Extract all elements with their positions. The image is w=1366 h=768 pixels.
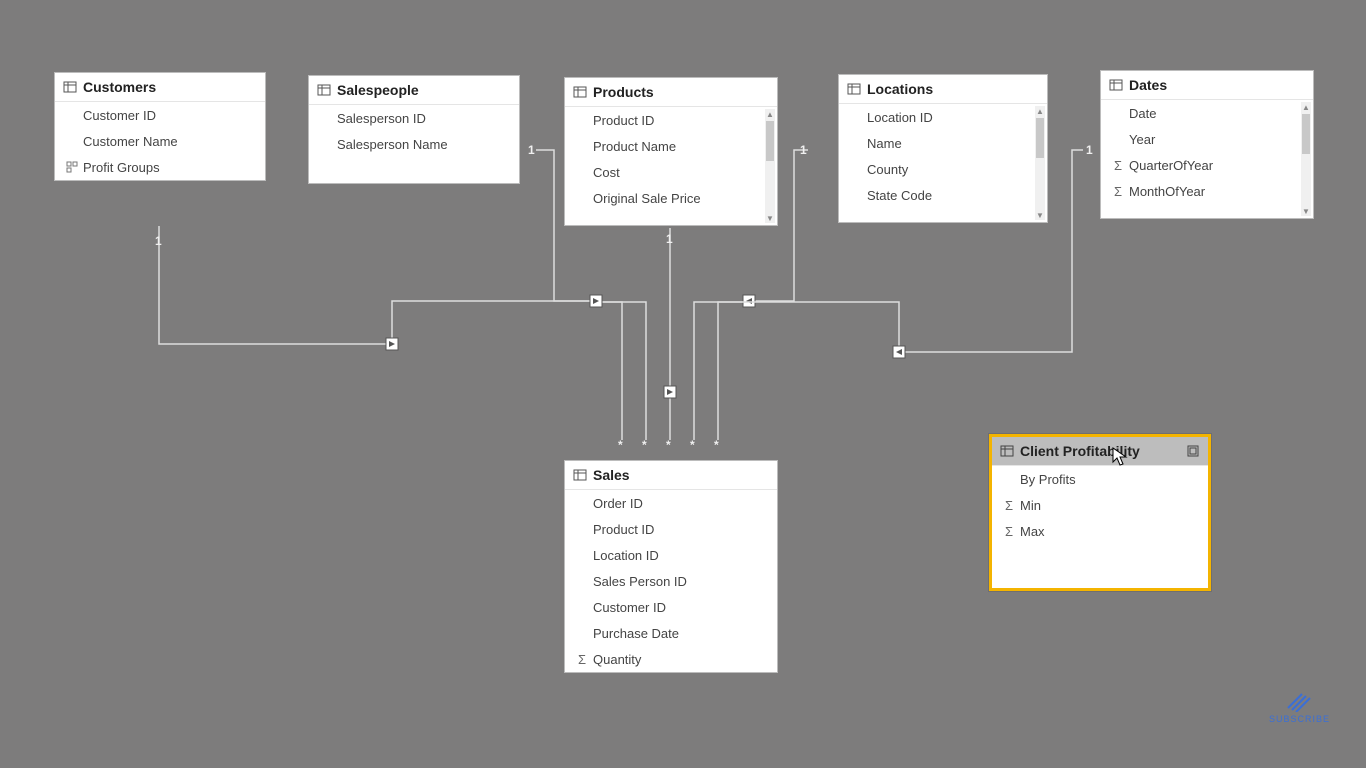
cardinality-many: * <box>666 438 671 452</box>
field-product-id[interactable]: Product ID <box>565 516 777 542</box>
table-header[interactable]: Salespeople <box>309 76 519 105</box>
field-cost[interactable]: Cost <box>565 159 777 185</box>
sigma-icon: Σ <box>1111 184 1125 198</box>
scrollbar[interactable]: ▲ ▼ <box>765 109 775 223</box>
table-icon <box>573 468 587 482</box>
field-product-id[interactable]: Product ID <box>565 107 777 133</box>
table-header[interactable]: Dates <box>1101 71 1313 100</box>
subscribe-watermark: SUBSCRIBE <box>1269 690 1330 724</box>
table-title: Locations <box>867 81 933 97</box>
field-date[interactable]: Date <box>1101 100 1313 126</box>
field-original-sale-price[interactable]: Original Sale Price <box>565 185 777 211</box>
scrollbar-thumb[interactable] <box>1036 118 1044 158</box>
field-month-of-year[interactable]: Σ MonthOfYear <box>1101 178 1313 204</box>
table-salespeople[interactable]: Salespeople Salesperson ID Salesperson N… <box>308 75 520 184</box>
field-list: Location ID Name County State Code ▲ ▼ <box>839 104 1047 222</box>
field-quarter-of-year[interactable]: Σ QuarterOfYear <box>1101 152 1313 178</box>
sigma-icon: Σ <box>1111 158 1125 172</box>
table-icon <box>1000 444 1014 458</box>
table-client-profitability[interactable]: Client Profitability By Profits Σ Min Σ … <box>989 434 1211 591</box>
field-product-name[interactable]: Product Name <box>565 133 777 159</box>
field-list: Salesperson ID Salesperson Name <box>309 105 519 183</box>
table-title: Sales <box>593 467 630 483</box>
table-header[interactable]: Products <box>565 78 777 107</box>
subscribe-label: SUBSCRIBE <box>1269 714 1330 724</box>
scrollbar[interactable]: ▲ ▼ <box>1035 106 1045 220</box>
cardinality-one: 1 <box>666 232 673 246</box>
table-icon <box>1109 78 1123 92</box>
field-quantity[interactable]: Σ Quantity <box>565 646 777 672</box>
table-icon <box>317 83 331 97</box>
cardinality-many: * <box>618 438 623 452</box>
subscribe-icon <box>1284 690 1314 712</box>
scroll-up-icon[interactable]: ▲ <box>765 109 775 119</box>
cardinality-one: 1 <box>528 143 535 157</box>
scroll-down-icon[interactable]: ▼ <box>1035 210 1045 220</box>
scroll-up-icon[interactable]: ▲ <box>1301 102 1311 112</box>
table-header[interactable]: Locations <box>839 75 1047 104</box>
field-list: Customer ID Customer Name Profit Groups <box>55 102 265 180</box>
table-title: Dates <box>1129 77 1167 93</box>
cardinality-many: * <box>642 438 647 452</box>
cardinality-one: 1 <box>155 234 162 248</box>
table-header[interactable]: Client Profitability <box>992 437 1208 466</box>
field-order-id[interactable]: Order ID <box>565 490 777 516</box>
field-customer-id[interactable]: Customer ID <box>565 594 777 620</box>
table-locations[interactable]: Locations Location ID Name County State … <box>838 74 1048 223</box>
cardinality-one: 1 <box>800 143 807 157</box>
field-min[interactable]: Σ Min <box>992 492 1208 518</box>
table-customers[interactable]: Customers Customer ID Customer Name Prof… <box>54 72 266 181</box>
field-profit-groups[interactable]: Profit Groups <box>55 154 265 180</box>
table-header[interactable]: Sales <box>565 461 777 490</box>
table-dates[interactable]: Dates Date Year Σ QuarterOfYear Σ MonthO… <box>1100 70 1314 219</box>
field-max[interactable]: Σ Max <box>992 518 1208 544</box>
field-year[interactable]: Year <box>1101 126 1313 152</box>
sigma-icon: Σ <box>1002 524 1016 538</box>
cardinality-one: 1 <box>1086 143 1093 157</box>
field-location-id[interactable]: Location ID <box>565 542 777 568</box>
table-icon <box>573 85 587 99</box>
scrollbar-thumb[interactable] <box>766 121 774 161</box>
scrollbar[interactable]: ▲ ▼ <box>1301 102 1311 216</box>
sigma-icon: Σ <box>575 652 589 666</box>
table-icon <box>847 82 861 96</box>
table-products[interactable]: Products Product ID Product Name Cost Or… <box>564 77 778 226</box>
group-icon <box>65 160 79 174</box>
sigma-icon: Σ <box>1002 498 1016 512</box>
cardinality-many: * <box>714 438 719 452</box>
field-purchase-date[interactable]: Purchase Date <box>565 620 777 646</box>
table-sales[interactable]: Sales Order ID Product ID Location ID Sa… <box>564 460 778 673</box>
field-customer-id[interactable]: Customer ID <box>55 102 265 128</box>
table-icon <box>63 80 77 94</box>
table-header[interactable]: Customers <box>55 73 265 102</box>
field-state-code[interactable]: State Code <box>839 182 1047 208</box>
field-list: Product ID Product Name Cost Original Sa… <box>565 107 777 225</box>
field-county[interactable]: County <box>839 156 1047 182</box>
expand-icon[interactable] <box>1186 444 1200 458</box>
scroll-up-icon[interactable]: ▲ <box>1035 106 1045 116</box>
field-salesperson-id[interactable]: Salesperson ID <box>309 105 519 131</box>
cardinality-many: * <box>690 438 695 452</box>
field-sales-person-id[interactable]: Sales Person ID <box>565 568 777 594</box>
scrollbar-thumb[interactable] <box>1302 114 1310 154</box>
field-customer-name[interactable]: Customer Name <box>55 128 265 154</box>
field-by-profits[interactable]: By Profits <box>992 466 1208 492</box>
table-title: Products <box>593 84 654 100</box>
field-list: Order ID Product ID Location ID Sales Pe… <box>565 490 777 672</box>
field-name[interactable]: Name <box>839 130 1047 156</box>
field-list: By Profits Σ Min Σ Max <box>992 466 1208 588</box>
scroll-down-icon[interactable]: ▼ <box>1301 206 1311 216</box>
table-title: Customers <box>83 79 156 95</box>
table-title: Salespeople <box>337 82 419 98</box>
field-location-id[interactable]: Location ID <box>839 104 1047 130</box>
model-canvas[interactable]: Customers Customer ID Customer Name Prof… <box>0 0 1366 768</box>
table-title: Client Profitability <box>1020 443 1140 459</box>
scroll-down-icon[interactable]: ▼ <box>765 213 775 223</box>
field-list: Date Year Σ QuarterOfYear Σ MonthOfYear … <box>1101 100 1313 218</box>
field-salesperson-name[interactable]: Salesperson Name <box>309 131 519 157</box>
